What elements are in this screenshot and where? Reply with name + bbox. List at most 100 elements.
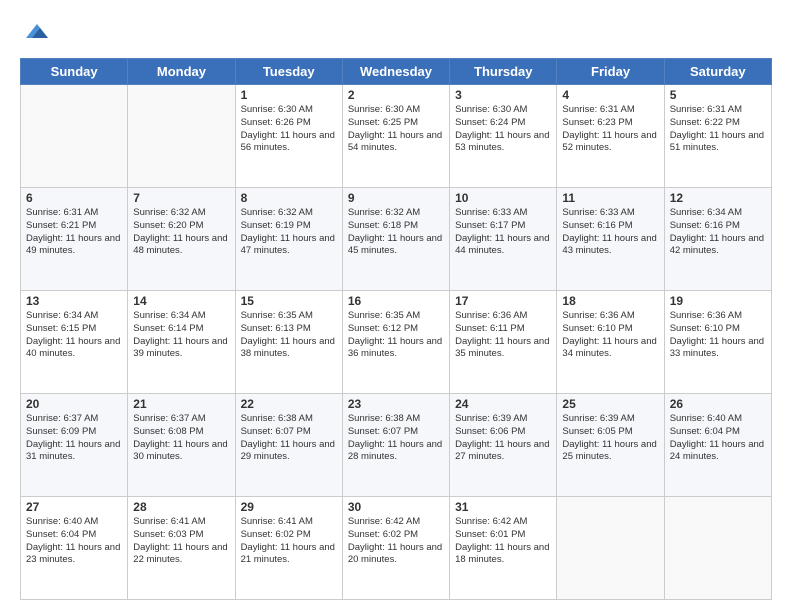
calendar-cell: 14 Sunrise: 6:34 AM Sunset: 6:14 PM Dayli… — [128, 291, 235, 394]
weekday-header: Sunday — [21, 59, 128, 85]
day-number: 29 — [241, 500, 337, 514]
weekday-header: Tuesday — [235, 59, 342, 85]
calendar-week-row: 6 Sunrise: 6:31 AM Sunset: 6:21 PM Daylig… — [21, 188, 772, 291]
day-info: Sunrise: 6:41 AM Sunset: 6:02 PM Dayligh… — [241, 516, 337, 567]
day-info: Sunrise: 6:42 AM Sunset: 6:02 PM Dayligh… — [348, 516, 444, 567]
calendar-cell: 29 Sunrise: 6:41 AM Sunset: 6:02 PM Dayli… — [235, 497, 342, 600]
calendar-cell: 8Sunrise: 6:32 AM Sunset: 6:19 PM Daylig… — [235, 188, 342, 291]
day-info: Sunrise: 6:31 AM Sunset: 6:22 PM Dayligh… — [670, 104, 766, 155]
day-info: Sunrise: 6:31 AM Sunset: 6:21 PM Dayligh… — [26, 207, 122, 258]
calendar-cell: 12 Sunrise: 6:34 AM Sunset: 6:16 PM Dayli… — [664, 188, 771, 291]
day-number: 12 — [670, 191, 766, 205]
day-number: 19 — [670, 294, 766, 308]
day-info: Sunrise: 6:36 AM Sunset: 6:10 PM Dayligh… — [562, 310, 658, 361]
day-info: Sunrise: 6:42 AM Sunset: 6:01 PM Dayligh… — [455, 516, 551, 567]
calendar-cell: 20Sunrise: 6:37 AM Sunset: 6:09 PM Dayli… — [21, 394, 128, 497]
calendar-cell: 15Sunrise: 6:35 AM Sunset: 6:13 PM Dayli… — [235, 291, 342, 394]
day-info: Sunrise: 6:33 AM Sunset: 6:16 PM Dayligh… — [562, 207, 658, 258]
day-number: 23 — [348, 397, 444, 411]
logo — [20, 16, 52, 48]
weekday-header: Thursday — [450, 59, 557, 85]
day-number: 25 — [562, 397, 658, 411]
calendar-cell: 5 Sunrise: 6:31 AM Sunset: 6:22 PM Daylig… — [664, 85, 771, 188]
calendar-cell: 13 Sunrise: 6:34 AM Sunset: 6:15 PM Dayli… — [21, 291, 128, 394]
day-info: Sunrise: 6:34 AM Sunset: 6:16 PM Dayligh… — [670, 207, 766, 258]
day-info: Sunrise: 6:33 AM Sunset: 6:17 PM Dayligh… — [455, 207, 551, 258]
calendar-cell: 19 Sunrise: 6:36 AM Sunset: 6:10 PM Dayli… — [664, 291, 771, 394]
calendar-cell: 2 Sunrise: 6:30 AM Sunset: 6:25 PM Daylig… — [342, 85, 449, 188]
day-info: Sunrise: 6:37 AM Sunset: 6:08 PM Dayligh… — [133, 413, 229, 464]
calendar-cell: 31 Sunrise: 6:42 AM Sunset: 6:01 PM Dayli… — [450, 497, 557, 600]
day-number: 6 — [26, 191, 122, 205]
day-number: 28 — [133, 500, 229, 514]
calendar-cell: 6 Sunrise: 6:31 AM Sunset: 6:21 PM Daylig… — [21, 188, 128, 291]
calendar-cell: 24 Sunrise: 6:39 AM Sunset: 6:06 PM Dayli… — [450, 394, 557, 497]
day-info: Sunrise: 6:30 AM Sunset: 6:25 PM Dayligh… — [348, 104, 444, 155]
day-number: 1 — [241, 88, 337, 102]
day-number: 26 — [670, 397, 766, 411]
calendar-cell: 18Sunrise: 6:36 AM Sunset: 6:10 PM Dayli… — [557, 291, 664, 394]
calendar-cell: 26 Sunrise: 6:40 AM Sunset: 6:04 PM Dayli… — [664, 394, 771, 497]
day-info: Sunrise: 6:31 AM Sunset: 6:23 PM Dayligh… — [562, 104, 658, 155]
logo-icon — [22, 16, 52, 46]
day-info: Sunrise: 6:37 AM Sunset: 6:09 PM Dayligh… — [26, 413, 122, 464]
day-number: 8 — [241, 191, 337, 205]
day-info: Sunrise: 6:40 AM Sunset: 6:04 PM Dayligh… — [670, 413, 766, 464]
calendar-cell: 7Sunrise: 6:32 AM Sunset: 6:20 PM Daylig… — [128, 188, 235, 291]
day-number: 17 — [455, 294, 551, 308]
day-info: Sunrise: 6:40 AM Sunset: 6:04 PM Dayligh… — [26, 516, 122, 567]
calendar-cell: 28 Sunrise: 6:41 AM Sunset: 6:03 PM Dayli… — [128, 497, 235, 600]
calendar-cell: 3Sunrise: 6:30 AM Sunset: 6:24 PM Daylig… — [450, 85, 557, 188]
calendar-header-row: SundayMondayTuesdayWednesdayThursdayFrid… — [21, 59, 772, 85]
day-info: Sunrise: 6:30 AM Sunset: 6:26 PM Dayligh… — [241, 104, 337, 155]
calendar-cell: 21Sunrise: 6:37 AM Sunset: 6:08 PM Dayli… — [128, 394, 235, 497]
day-info: Sunrise: 6:38 AM Sunset: 6:07 PM Dayligh… — [241, 413, 337, 464]
day-number: 3 — [455, 88, 551, 102]
calendar-cell: 23Sunrise: 6:38 AM Sunset: 6:07 PM Dayli… — [342, 394, 449, 497]
day-info: Sunrise: 6:32 AM Sunset: 6:20 PM Dayligh… — [133, 207, 229, 258]
calendar-cell — [557, 497, 664, 600]
day-info: Sunrise: 6:39 AM Sunset: 6:05 PM Dayligh… — [562, 413, 658, 464]
day-number: 31 — [455, 500, 551, 514]
day-number: 2 — [348, 88, 444, 102]
weekday-header: Friday — [557, 59, 664, 85]
weekday-header: Wednesday — [342, 59, 449, 85]
calendar-cell: 11 Sunrise: 6:33 AM Sunset: 6:16 PM Dayli… — [557, 188, 664, 291]
day-number: 14 — [133, 294, 229, 308]
calendar-cell: 22 Sunrise: 6:38 AM Sunset: 6:07 PM Dayli… — [235, 394, 342, 497]
day-info: Sunrise: 6:35 AM Sunset: 6:12 PM Dayligh… — [348, 310, 444, 361]
calendar-cell: 27 Sunrise: 6:40 AM Sunset: 6:04 PM Dayli… — [21, 497, 128, 600]
day-info: Sunrise: 6:34 AM Sunset: 6:15 PM Dayligh… — [26, 310, 122, 361]
day-number: 24 — [455, 397, 551, 411]
day-info: Sunrise: 6:34 AM Sunset: 6:14 PM Dayligh… — [133, 310, 229, 361]
calendar-table: SundayMondayTuesdayWednesdayThursdayFrid… — [20, 58, 772, 600]
day-number: 9 — [348, 191, 444, 205]
calendar-week-row: 1 Sunrise: 6:30 AM Sunset: 6:26 PM Daylig… — [21, 85, 772, 188]
page: SundayMondayTuesdayWednesdayThursdayFrid… — [0, 0, 792, 612]
calendar-cell — [128, 85, 235, 188]
calendar-cell: 16Sunrise: 6:35 AM Sunset: 6:12 PM Dayli… — [342, 291, 449, 394]
day-info: Sunrise: 6:35 AM Sunset: 6:13 PM Dayligh… — [241, 310, 337, 361]
calendar-week-row: 13 Sunrise: 6:34 AM Sunset: 6:15 PM Dayli… — [21, 291, 772, 394]
day-number: 27 — [26, 500, 122, 514]
header — [20, 16, 772, 48]
calendar-cell — [21, 85, 128, 188]
weekday-header: Saturday — [664, 59, 771, 85]
day-info: Sunrise: 6:32 AM Sunset: 6:18 PM Dayligh… — [348, 207, 444, 258]
day-number: 13 — [26, 294, 122, 308]
day-info: Sunrise: 6:41 AM Sunset: 6:03 PM Dayligh… — [133, 516, 229, 567]
calendar-cell: 25 Sunrise: 6:39 AM Sunset: 6:05 PM Dayli… — [557, 394, 664, 497]
day-number: 11 — [562, 191, 658, 205]
day-number: 4 — [562, 88, 658, 102]
day-info: Sunrise: 6:39 AM Sunset: 6:06 PM Dayligh… — [455, 413, 551, 464]
calendar-week-row: 27 Sunrise: 6:40 AM Sunset: 6:04 PM Dayli… — [21, 497, 772, 600]
day-info: Sunrise: 6:36 AM Sunset: 6:10 PM Dayligh… — [670, 310, 766, 361]
day-number: 22 — [241, 397, 337, 411]
day-number: 30 — [348, 500, 444, 514]
calendar-cell — [664, 497, 771, 600]
day-number: 10 — [455, 191, 551, 205]
calendar-cell: 10 Sunrise: 6:33 AM Sunset: 6:17 PM Dayli… — [450, 188, 557, 291]
day-number: 5 — [670, 88, 766, 102]
calendar-cell: 30 Sunrise: 6:42 AM Sunset: 6:02 PM Dayli… — [342, 497, 449, 600]
day-info: Sunrise: 6:36 AM Sunset: 6:11 PM Dayligh… — [455, 310, 551, 361]
